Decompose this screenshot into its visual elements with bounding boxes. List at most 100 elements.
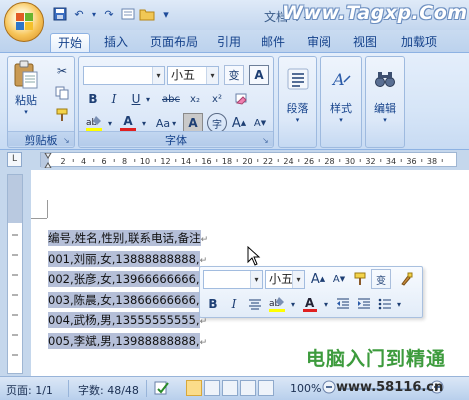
vertical-ruler-ticks bbox=[8, 175, 22, 356]
customize-icon[interactable]: ▾ bbox=[158, 6, 174, 22]
document-text[interactable]: 编号,姓名,性别,联系电话,备注↵ 001,刘丽,女,13888888888,↵… bbox=[48, 230, 208, 353]
bold-button[interactable]: B bbox=[83, 89, 103, 109]
mini-decrease-indent-icon[interactable] bbox=[333, 294, 353, 314]
status-page[interactable]: 页面: 1/1 bbox=[6, 382, 53, 398]
text-line[interactable]: 001,刘丽,女,13888888888,↵ bbox=[48, 250, 208, 272]
mini-font-color-icon[interactable]: A bbox=[299, 294, 321, 314]
font-size-dropdown-icon[interactable]: ▾ bbox=[206, 67, 218, 84]
mini-highlight-dropdown-icon[interactable]: ▾ bbox=[288, 294, 298, 314]
print-layout-view-icon[interactable] bbox=[186, 380, 202, 396]
proofing-icon[interactable] bbox=[154, 380, 170, 399]
text-line[interactable]: 005,李斌,男,13988888888,↵ bbox=[48, 332, 208, 354]
mini-font-size-combo[interactable]: 小五 ▾ bbox=[265, 270, 305, 289]
font-color-button[interactable]: A bbox=[117, 113, 139, 133]
undo-icon[interactable]: ↶ bbox=[71, 6, 87, 22]
tab-mailings[interactable]: 邮件 bbox=[256, 33, 290, 52]
italic-button[interactable]: I bbox=[104, 89, 124, 109]
char-border-button[interactable]: A bbox=[249, 65, 269, 85]
paste-button[interactable]: 粘贴 ▾ bbox=[12, 60, 40, 116]
mini-highlight-icon[interactable]: ab bbox=[266, 294, 288, 314]
editing-label: 编辑 bbox=[374, 102, 396, 115]
clipboard-launcher-icon[interactable]: ↘ bbox=[63, 136, 72, 145]
text-line[interactable]: 002,张彦,女,13966666666,↵ bbox=[48, 271, 208, 292]
styles-group: A 样式 ▾ bbox=[320, 56, 362, 148]
zoom-level[interactable]: 100% bbox=[290, 382, 321, 395]
redo-icon[interactable]: ↷ bbox=[101, 6, 117, 22]
change-case-button[interactable]: Aa ▾ bbox=[151, 113, 181, 133]
text-line[interactable]: 编号,姓名,性别,联系电话,备注↵ bbox=[48, 230, 208, 251]
undo-dropdown-icon[interactable]: ▾ bbox=[90, 6, 98, 22]
tab-home[interactable]: 开始 bbox=[50, 33, 90, 52]
paragraph-label: 段落 bbox=[286, 102, 309, 115]
vertical-ruler[interactable] bbox=[7, 174, 23, 374]
tab-page-layout[interactable]: 页面布局 bbox=[146, 33, 202, 52]
folder-icon[interactable] bbox=[139, 6, 155, 22]
draft-view-icon[interactable] bbox=[258, 380, 274, 396]
mini-font-size-value: 小五 bbox=[269, 272, 294, 286]
char-shading-button[interactable]: A bbox=[183, 113, 203, 133]
web-layout-view-icon[interactable] bbox=[222, 380, 238, 396]
mini-font-size-dropdown-icon[interactable]: ▾ bbox=[292, 271, 304, 288]
copy-icon[interactable] bbox=[52, 83, 72, 103]
paragraph-mark: ↵ bbox=[200, 235, 209, 245]
mini-font-name-combo[interactable]: ▾ bbox=[203, 270, 263, 289]
highlight-button[interactable]: ab bbox=[83, 113, 105, 133]
mini-bullets-icon[interactable] bbox=[375, 294, 395, 314]
binoculars-icon bbox=[375, 72, 395, 87]
mini-phonetic-button[interactable]: 变 bbox=[371, 269, 391, 289]
full-screen-view-icon[interactable] bbox=[204, 380, 220, 396]
outline-view-icon[interactable] bbox=[240, 380, 256, 396]
text-line[interactable]: 004,武杨,男,13555555555,↵ bbox=[48, 312, 208, 333]
mini-font-name-dropdown-icon[interactable]: ▾ bbox=[250, 271, 262, 288]
mini-shrink-font-button[interactable]: A ▼ bbox=[329, 269, 349, 289]
mini-shrink-font-glyph: A bbox=[332, 273, 340, 285]
shrink-font-button[interactable]: A ▼ bbox=[250, 113, 270, 133]
highlight-dropdown-icon[interactable]: ▾ bbox=[105, 113, 115, 133]
text-line[interactable]: 003,陈晨,女,13866666666,↵ bbox=[48, 291, 208, 313]
font-name-combo[interactable]: ▾ bbox=[83, 66, 165, 85]
change-case-dropdown-icon: ▾ bbox=[172, 118, 177, 128]
format-painter-icon[interactable] bbox=[52, 105, 72, 125]
mini-center-icon[interactable] bbox=[245, 294, 265, 314]
enclose-char-button[interactable]: 字 bbox=[207, 113, 227, 133]
save-icon[interactable] bbox=[52, 6, 68, 22]
font-name-dropdown-icon[interactable]: ▾ bbox=[152, 67, 164, 84]
superscript-button[interactable]: x² bbox=[207, 89, 227, 109]
mini-format-painter-icon[interactable] bbox=[350, 269, 370, 289]
mini-bold-button[interactable]: B bbox=[203, 294, 223, 314]
editing-dropdown-icon: ▾ bbox=[383, 116, 387, 124]
ruler-tick-label: 26 bbox=[304, 157, 314, 166]
subscript-button[interactable]: x₂ bbox=[185, 89, 205, 109]
tab-view[interactable]: 视图 bbox=[348, 33, 382, 52]
mini-brush-icon[interactable] bbox=[396, 269, 416, 289]
clear-format-icon[interactable] bbox=[231, 89, 251, 109]
tab-addins[interactable]: 加载项 bbox=[394, 33, 444, 52]
mini-increase-indent-icon[interactable] bbox=[354, 294, 374, 314]
strikethrough-button[interactable]: abc bbox=[159, 89, 183, 109]
office-button[interactable] bbox=[4, 2, 44, 42]
tab-selector-button[interactable]: L bbox=[7, 152, 22, 167]
font-size-combo[interactable]: 小五 ▾ bbox=[167, 66, 219, 85]
mini-bullets-dropdown-icon[interactable]: ▾ bbox=[394, 294, 404, 314]
view-buttons bbox=[186, 380, 274, 396]
mini-font-color-dropdown-icon[interactable]: ▾ bbox=[321, 294, 331, 314]
tab-insert[interactable]: 插入 bbox=[98, 33, 134, 52]
mini-grow-font-button[interactable]: A ▲ bbox=[308, 269, 328, 289]
underline-dropdown-icon[interactable]: ▾ bbox=[143, 89, 153, 109]
zoom-out-icon[interactable] bbox=[322, 380, 336, 397]
grow-font-button[interactable]: A ▲ bbox=[229, 113, 249, 133]
cut-icon[interactable]: ✂ bbox=[52, 61, 72, 81]
editing-button[interactable]: 编辑 ▾ bbox=[369, 63, 401, 129]
phonetic-guide-button[interactable]: 变 bbox=[224, 65, 244, 85]
horizontal-ruler[interactable]: 2 4 6 8 10 12 14 16 18 20 22 24 26 28 30 32 34 36 38 bbox=[40, 152, 457, 169]
tab-review[interactable]: 审阅 bbox=[302, 33, 336, 52]
status-word-count[interactable]: 字数: 48/48 bbox=[78, 382, 139, 398]
styles-button[interactable]: A 样式 ▾ bbox=[324, 63, 358, 129]
font-launcher-icon[interactable]: ↘ bbox=[262, 136, 271, 145]
font-color-glyph: A bbox=[123, 114, 133, 128]
mini-italic-button[interactable]: I bbox=[224, 294, 244, 314]
font-color-dropdown-icon[interactable]: ▾ bbox=[139, 113, 149, 133]
open-icon[interactable] bbox=[120, 6, 136, 22]
paragraph-button[interactable]: 段落 ▾ bbox=[282, 63, 313, 129]
tab-references[interactable]: 引用 bbox=[212, 33, 246, 52]
